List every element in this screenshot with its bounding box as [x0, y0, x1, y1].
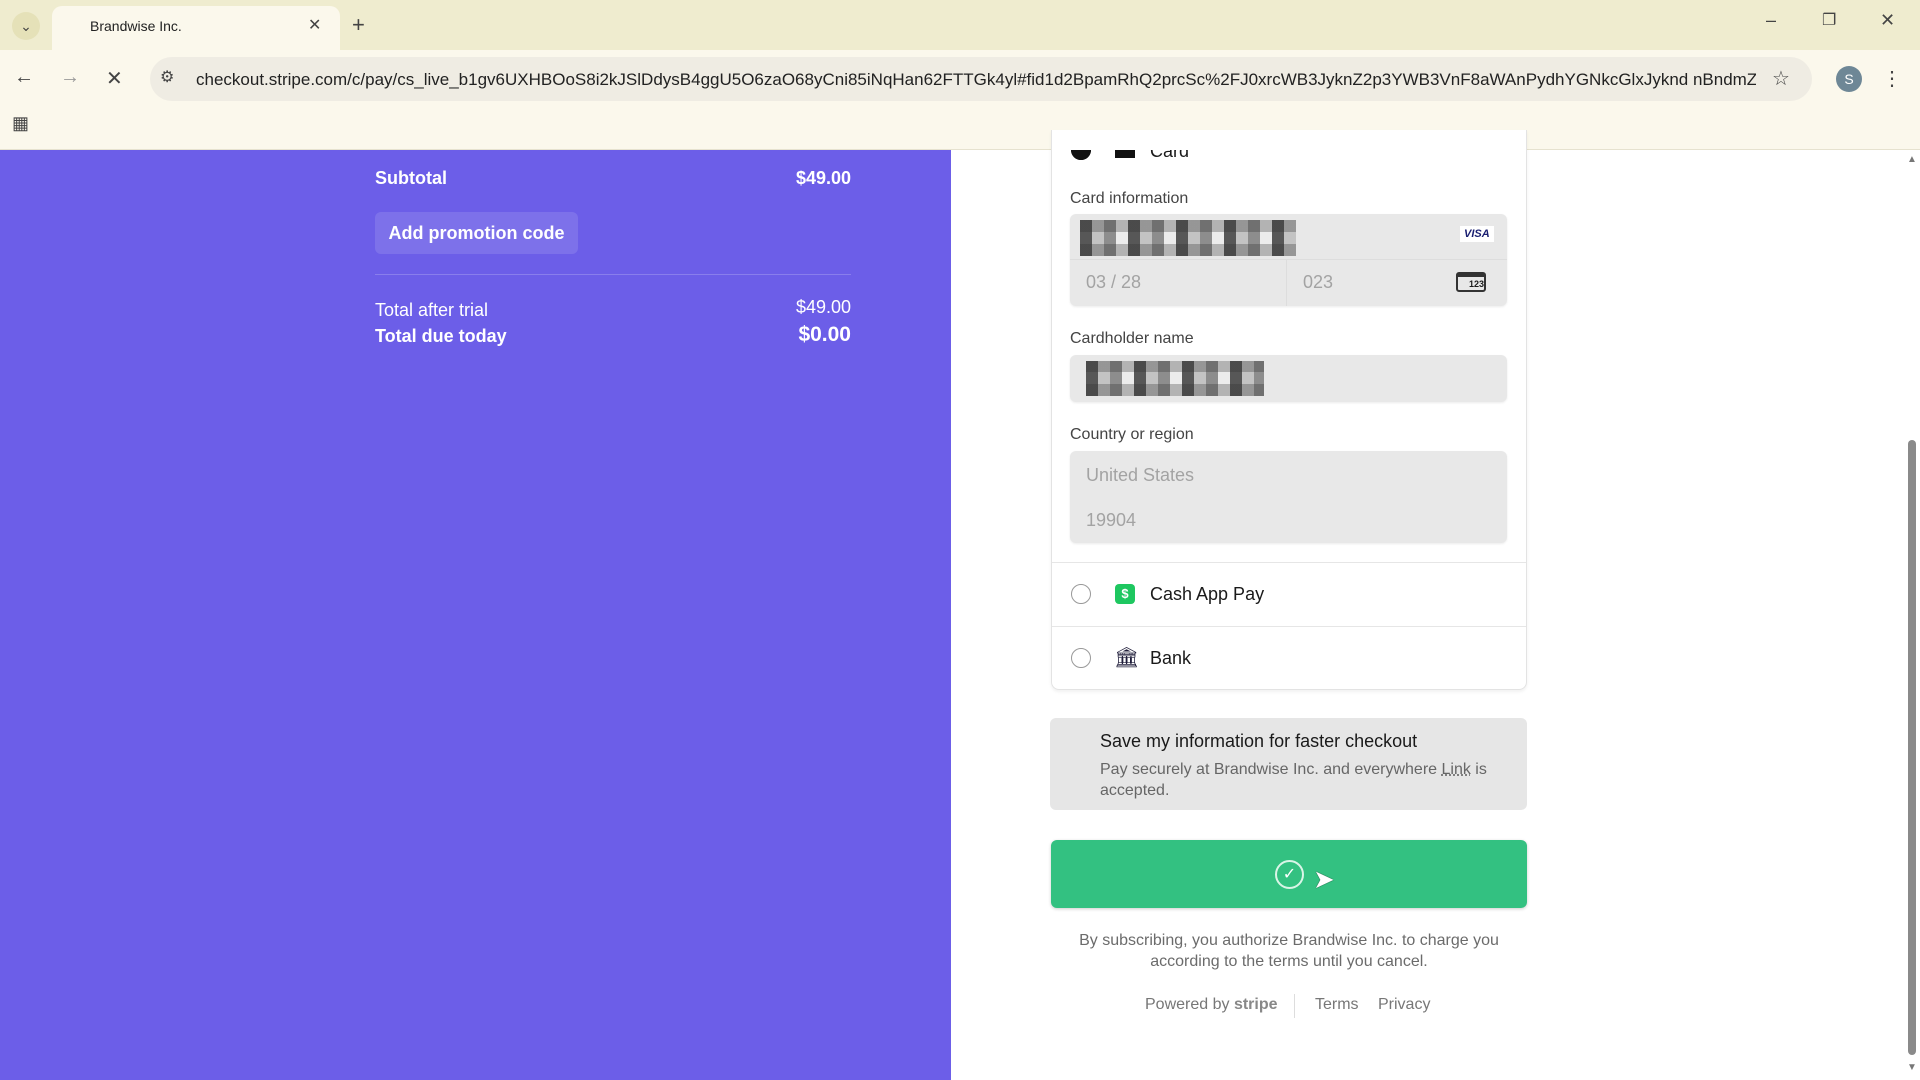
country-label: Country or region [1070, 426, 1194, 444]
subscribe-button[interactable]: ✓ ➤ [1051, 840, 1527, 908]
scroll-down-arrow[interactable]: ▼ [1907, 1062, 1917, 1073]
cash-app-radio[interactable] [1071, 584, 1091, 604]
card-number-redacted[interactable] [1080, 220, 1296, 256]
bookmarks-bar [0, 102, 1920, 150]
address-bar[interactable]: ⚙ checkout.stripe.com/c/pay/cs_live_b1gv… [150, 57, 1812, 101]
divider [375, 274, 851, 275]
zip-input[interactable]: 19904 [1086, 510, 1136, 531]
browser-tab[interactable]: Brandwise Inc. ✕ [52, 6, 340, 50]
page-scrollbar[interactable]: ▲ ▼ [1904, 150, 1920, 1080]
powered-by-text: Powered by [1145, 996, 1230, 1013]
total-due-today-value: $0.00 [700, 323, 851, 347]
bank-radio[interactable] [1071, 648, 1091, 668]
payment-method-bank[interactable]: 🏛 Bank [1052, 627, 1526, 689]
visa-brand-icon: VISA [1460, 226, 1494, 242]
card-info-field[interactable]: VISA 03 / 28 023 123 [1070, 214, 1507, 306]
card-icon-bottom [1115, 150, 1135, 158]
subtotal-value: $49.00 [700, 168, 851, 189]
minimize-button[interactable]: – [1766, 10, 1776, 31]
stripe-logo: stripe [1234, 996, 1278, 1013]
terms-link[interactable]: Terms [1315, 996, 1359, 1014]
total-after-trial-value: $49.00 [700, 297, 851, 318]
cvc-card-icon: 123 [1456, 272, 1486, 292]
cvc-input[interactable]: 023 [1303, 272, 1333, 293]
scrollbar-thumb[interactable] [1908, 440, 1916, 1055]
privacy-link[interactable]: Privacy [1378, 996, 1430, 1014]
country-select[interactable]: United States [1086, 465, 1194, 486]
card-info-label: Card information [1070, 190, 1188, 208]
restore-button[interactable]: ❐ [1822, 10, 1836, 30]
tab-title: Brandwise Inc. [90, 18, 182, 34]
close-window-button[interactable]: ✕ [1880, 10, 1895, 31]
url-text[interactable]: checkout.stripe.com/c/pay/cs_live_b1gv6U… [196, 70, 1756, 90]
link-save-description: Pay securely at Brandwise Inc. and every… [1100, 759, 1510, 801]
scroll-clip [1051, 130, 1527, 150]
cash-app-label: Cash App Pay [1150, 584, 1264, 605]
profile-avatar[interactable]: S [1836, 66, 1862, 92]
payment-method-cash-app[interactable]: $ Cash App Pay [1052, 563, 1526, 626]
powered-by-stripe[interactable]: Powered by stripe [1145, 996, 1278, 1014]
bank-icon: 🏛 [1114, 645, 1139, 670]
expiry-input[interactable]: 03 / 28 [1086, 272, 1141, 293]
mouse-cursor-icon: ➤ [1313, 864, 1335, 895]
divider [1286, 260, 1287, 306]
bookmark-star-icon[interactable]: ☆ [1772, 66, 1790, 91]
add-promotion-code-button[interactable]: Add promotion code [375, 212, 578, 254]
legal-line-1: By subscribing, you authorize Brandwise … [1051, 930, 1527, 951]
divider [1070, 259, 1507, 260]
scroll-up-arrow[interactable]: ▲ [1907, 154, 1917, 165]
link-save-title: Save my information for faster checkout [1100, 731, 1417, 752]
bank-label: Bank [1150, 648, 1191, 669]
close-tab-icon[interactable]: ✕ [308, 15, 321, 35]
divider [1294, 994, 1295, 1018]
back-button[interactable]: ← [14, 66, 34, 89]
forward-button[interactable]: → [60, 66, 80, 89]
menu-icon[interactable]: ⋮ [1882, 66, 1902, 91]
success-check-icon: ✓ [1275, 860, 1304, 889]
cardholder-name-redacted [1086, 361, 1264, 396]
legal-line-2: according to the terms until you cancel. [1051, 951, 1527, 972]
total-due-today-label: Total due today [375, 326, 507, 347]
total-after-trial-label: Total after trial [375, 300, 488, 321]
new-tab-button[interactable]: + [352, 12, 365, 38]
tab-search-button[interactable]: ⌄ [12, 12, 40, 40]
cardholder-name-input[interactable] [1070, 355, 1507, 402]
subtotal-label: Subtotal [375, 168, 447, 189]
cardholder-name-label: Cardholder name [1070, 330, 1194, 348]
address-field: United States 19904 [1070, 451, 1507, 543]
site-info-icon[interactable]: ⚙ [160, 67, 174, 87]
apps-grid-icon[interactable]: ▦ [12, 113, 29, 134]
link-info-link[interactable]: Link [1442, 761, 1471, 778]
link-desc-text: Pay securely at Brandwise Inc. and every… [1100, 761, 1442, 778]
link-save-info-box[interactable]: Save my information for faster checkout … [1050, 718, 1527, 810]
cash-app-icon: $ [1115, 584, 1135, 604]
order-summary-panel: Subtotal $49.00 Total after trial $49.00… [0, 150, 951, 1080]
stop-loading-button[interactable]: ✕ [106, 66, 123, 91]
legal-text: By subscribing, you authorize Brandwise … [1051, 930, 1527, 972]
